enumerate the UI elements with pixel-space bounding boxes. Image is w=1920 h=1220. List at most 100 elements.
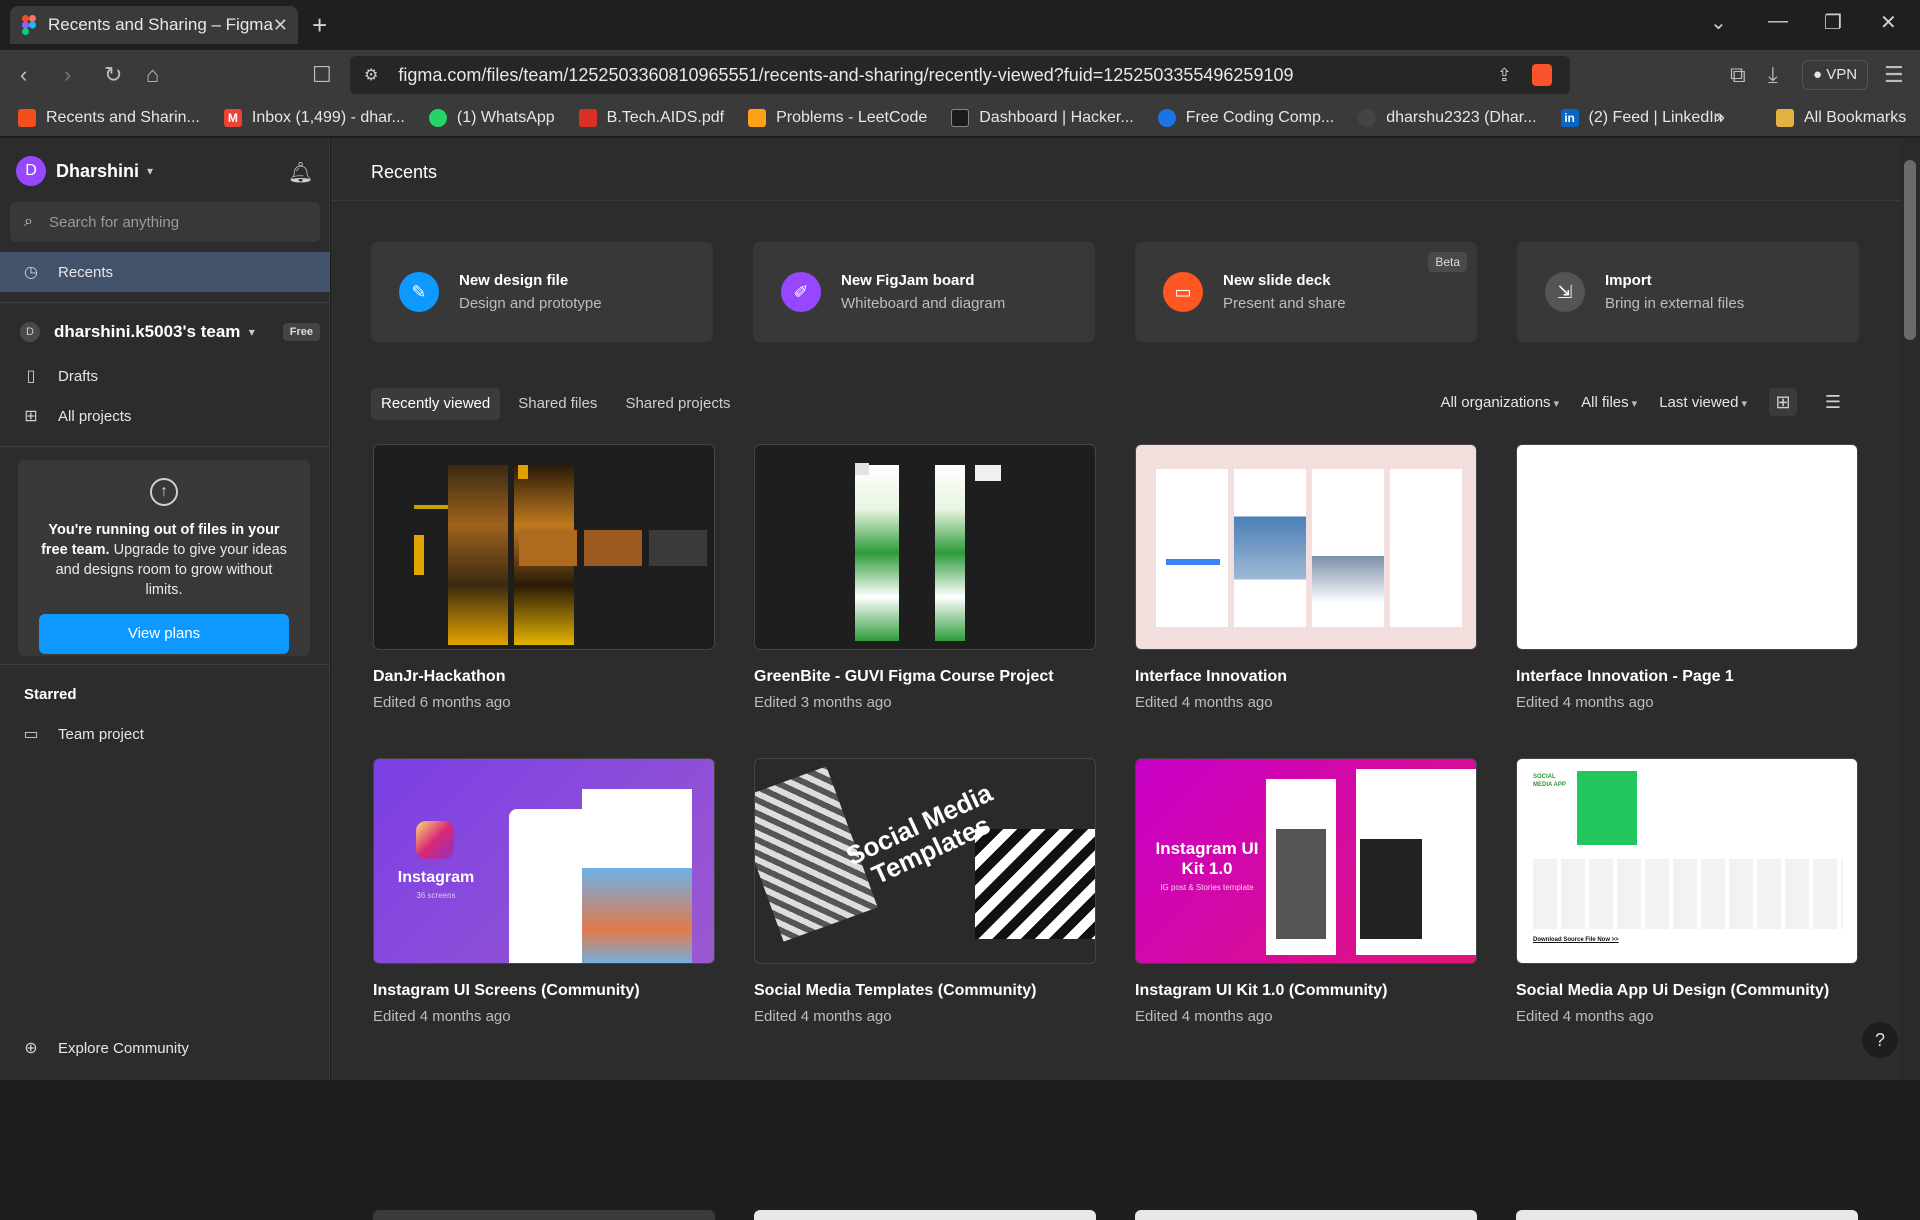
menu-icon[interactable]: ☰ xyxy=(1884,62,1904,88)
grid-view-icon[interactable]: ⊞ xyxy=(1769,388,1797,416)
file-card[interactable]: Instagram UI Kit 1.0 IG post & Stories t… xyxy=(1135,758,1477,1025)
address-bar[interactable]: ⚙ figma.com/files/team/12525033608109655… xyxy=(350,56,1570,94)
bookmark-item[interactable]: (1) WhatsApp xyxy=(428,109,555,127)
file-name: Social Media App Ui Design (Community) xyxy=(1516,982,1830,999)
sort-filter[interactable]: Last viewed xyxy=(1659,394,1747,411)
account-switcher[interactable]: D Dharshini ▾ xyxy=(16,156,153,186)
divider xyxy=(331,200,1901,201)
thumbnail-subtitle: IG post & Stories template xyxy=(1160,883,1254,892)
file-card[interactable]: Social Media Templates Social Media Temp… xyxy=(754,758,1096,1025)
tab-shared-projects[interactable]: Shared projects xyxy=(615,388,740,420)
import-icon: ⇲ xyxy=(1545,272,1585,312)
team-switcher[interactable]: D dharshini.k5003's team ▾ Free xyxy=(20,322,320,342)
more-bookmarks-icon[interactable]: » xyxy=(1716,109,1725,127)
browser-tab[interactable]: Recents and Sharing – Figma ✕ xyxy=(10,6,298,44)
brave-shield-icon[interactable] xyxy=(1532,64,1552,86)
bookmark-icon[interactable]: ☐ xyxy=(312,62,332,88)
divider xyxy=(0,446,330,447)
help-button[interactable]: ? xyxy=(1862,1022,1898,1058)
close-window-icon[interactable]: ✕ xyxy=(1880,10,1897,35)
file-thumbnail[interactable] xyxy=(373,444,715,650)
new-tab-icon[interactable]: + xyxy=(312,10,327,41)
action-subtitle: Present and share xyxy=(1223,295,1346,312)
extensions-icon[interactable]: ⧉ xyxy=(1730,62,1746,88)
file-thumbnail[interactable] xyxy=(1135,444,1477,650)
file-thumbnail[interactable]: Instagram 36 screens xyxy=(373,758,715,964)
sidebar-item-drafts[interactable]: ▯ Drafts xyxy=(0,356,330,396)
slides-icon: ▭ xyxy=(1163,272,1203,312)
avatar: D xyxy=(16,156,46,186)
file-thumbnail[interactable]: Social Media Templates xyxy=(754,758,1096,964)
action-title: New slide deck xyxy=(1223,272,1331,289)
file-card[interactable]: Interface Innovation - Page 1 Edited 4 m… xyxy=(1516,444,1858,711)
file-thumbnail[interactable]: SOCIAL MEDIA APP Download Source File No… xyxy=(1516,758,1858,964)
site-settings-icon[interactable]: ⚙ xyxy=(364,65,378,85)
all-bookmarks[interactable]: All Bookmarks xyxy=(1776,109,1906,127)
new-design-file-button[interactable]: ✎ New design file Design and prototype xyxy=(371,242,713,342)
file-name: Social Media Templates (Community) xyxy=(754,982,1037,999)
back-icon[interactable]: ‹ xyxy=(20,62,27,88)
bookmark-label: Inbox (1,499) - dhar... xyxy=(251,109,405,126)
file-name: Interface Innovation xyxy=(1135,668,1288,685)
file-type-filter[interactable]: All files xyxy=(1581,394,1637,411)
file-card[interactable]: DanJr-Hackathon Edited 6 months ago xyxy=(373,444,715,711)
reload-icon[interactable]: ↻ xyxy=(104,62,122,88)
bookmark-item[interactable]: Free Coding Comp... xyxy=(1157,109,1334,127)
sidebar-item-explore-community[interactable]: ⊕ Explore Community xyxy=(0,1028,330,1068)
search-input[interactable] xyxy=(48,213,289,231)
forward-icon[interactable]: › xyxy=(64,62,71,88)
arrow-up-icon: ↑ xyxy=(150,478,178,506)
divider xyxy=(0,302,330,303)
tab-search-icon[interactable]: ⌄ xyxy=(1710,10,1727,35)
view-plans-button[interactable]: View plans xyxy=(39,614,289,654)
sidebar-item-recents[interactable]: ◷ Recents xyxy=(0,252,330,292)
bookmark-label: Dashboard | Hacker... xyxy=(979,109,1134,126)
file-name: GreenBite - GUVI Figma Course Project xyxy=(754,668,1054,685)
file-card[interactable]: SOCIAL MEDIA APP Download Source File No… xyxy=(1516,758,1858,1025)
bookmark-label: B.Tech.AIDS.pdf xyxy=(606,109,725,126)
file-card[interactable]: Interface Innovation Edited 4 months ago xyxy=(1135,444,1477,711)
url-text[interactable]: figma.com/files/team/1252503360810965551… xyxy=(398,65,1293,86)
download-icon[interactable]: ⤓ xyxy=(1768,62,1778,88)
bookmark-item[interactable]: M Inbox (1,499) - dhar... xyxy=(223,109,405,127)
page-title: Recents xyxy=(371,162,438,182)
tab-recently-viewed[interactable]: Recently viewed xyxy=(371,388,501,420)
bookmark-item[interactable]: Dashboard | Hacker... xyxy=(951,109,1134,127)
bookmark-item[interactable]: dharshu2323 (Dhar... xyxy=(1358,109,1537,127)
file-edited: Edited 6 months ago xyxy=(373,694,511,711)
beta-badge: Beta xyxy=(1428,252,1467,272)
bell-icon[interactable]: 🔔︎ xyxy=(288,160,313,185)
new-slide-deck-button[interactable]: ▭ New slide deck Present and share Beta xyxy=(1135,242,1477,342)
file-card[interactable]: Instagram 36 screens Instagram UI Screen… xyxy=(373,758,715,1025)
file-card-peek xyxy=(754,1210,1096,1220)
action-subtitle: Bring in external files xyxy=(1605,295,1745,312)
sidebar-item-all-projects[interactable]: ⊞ All projects xyxy=(0,396,330,436)
import-button[interactable]: ⇲ Import Bring in external files xyxy=(1517,242,1859,342)
list-view-icon[interactable]: ☰ xyxy=(1819,388,1847,416)
organization-filter[interactable]: All organizations xyxy=(1440,394,1559,411)
file-thumbnail[interactable]: Instagram UI Kit 1.0 IG post & Stories t… xyxy=(1135,758,1477,964)
marker-icon: ✐ xyxy=(781,272,821,312)
vpn-button[interactable]: ● VPN xyxy=(1802,60,1869,90)
scrollbar-thumb[interactable] xyxy=(1904,160,1916,340)
file-card[interactable]: GreenBite - GUVI Figma Course Project Ed… xyxy=(754,444,1096,711)
bookmark-item[interactable]: in (2) Feed | LinkedIn xyxy=(1560,109,1723,127)
bookmark-item[interactable]: Recents and Sharin... xyxy=(18,109,200,127)
thumbnail-title: SOCIAL MEDIA APP xyxy=(1533,774,1566,788)
share-icon[interactable]: ⇪ xyxy=(1497,65,1512,86)
home-icon[interactable]: ⌂ xyxy=(146,62,159,88)
starred-heading: Starred xyxy=(24,686,77,703)
bookmark-item[interactable]: B.Tech.AIDS.pdf xyxy=(578,109,725,127)
bookmark-item[interactable]: Problems - LeetCode xyxy=(748,109,927,127)
minimize-icon[interactable]: — xyxy=(1768,10,1788,33)
new-figjam-board-button[interactable]: ✐ New FigJam board Whiteboard and diagram xyxy=(753,242,1095,342)
file-thumbnail[interactable] xyxy=(754,444,1096,650)
sidebar-item-team-project[interactable]: ▭ Team project xyxy=(0,714,330,754)
file-thumbnail[interactable] xyxy=(1516,444,1858,650)
restore-icon[interactable]: ❐ xyxy=(1824,10,1842,35)
sidebar: D Dharshini ▾ 🔔︎ ⌕ ◷ Recents D dharshini.… xyxy=(0,138,330,1080)
tab-shared-files[interactable]: Shared files xyxy=(508,388,607,420)
close-tab-icon[interactable]: ✕ xyxy=(273,15,288,36)
instagram-logo xyxy=(416,821,454,859)
search-box[interactable]: ⌕ xyxy=(10,202,320,242)
